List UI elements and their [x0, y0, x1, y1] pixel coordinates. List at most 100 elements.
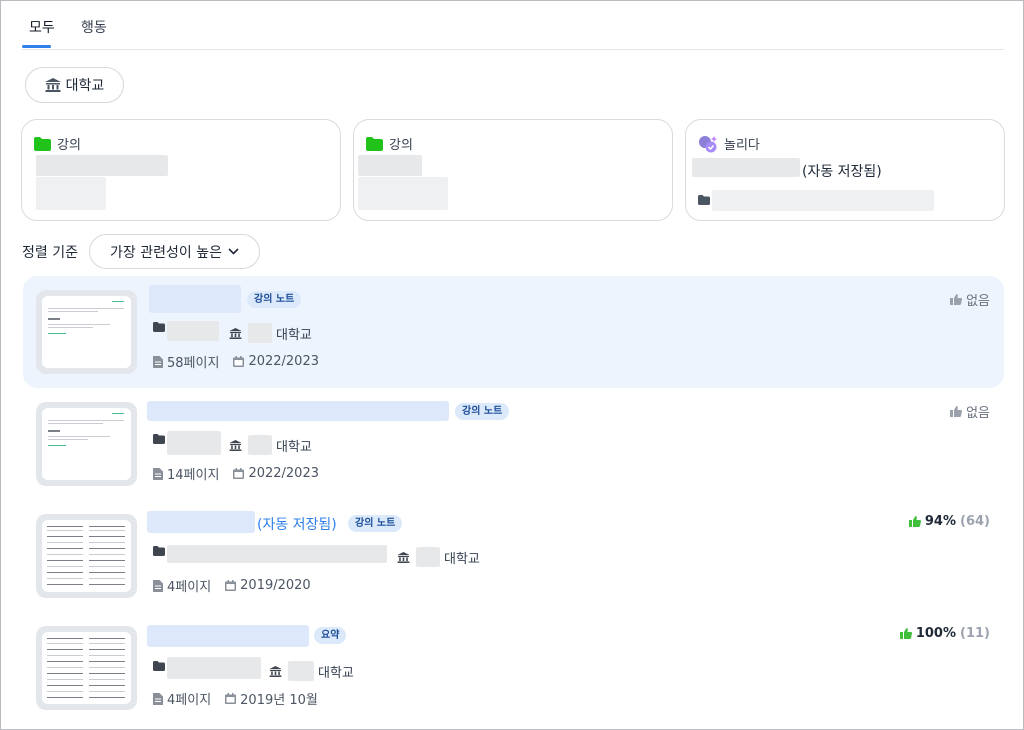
document-thumbnail: [36, 402, 137, 486]
tab-actions[interactable]: 행동: [81, 17, 107, 37]
redacted-university: [248, 435, 272, 455]
publish-date: 2019년 10월: [240, 693, 318, 708]
document-icon: [153, 692, 163, 705]
tab-all[interactable]: 모두: [29, 17, 55, 37]
redacted-university: [248, 323, 272, 343]
university-icon: [269, 665, 282, 677]
thumbs-up-icon: [950, 294, 963, 305]
university-label: 대학교: [444, 551, 480, 567]
university-icon: [397, 551, 410, 563]
redacted-document-title[interactable]: [147, 625, 309, 647]
university-label: 대학교: [318, 665, 354, 681]
redacted-title: [358, 155, 422, 176]
university-meta: 대학교: [229, 435, 312, 455]
result-row[interactable]: 요약 100% (11) 대학교 4페이지 2019년 10월: [23, 612, 1004, 724]
document-thumbnail: [36, 290, 137, 374]
sort-dropdown[interactable]: 가장 관련성이 높은: [89, 234, 260, 269]
redacted-document-title[interactable]: [149, 285, 241, 313]
calendar-icon: [225, 580, 237, 591]
rating: 없음: [950, 290, 990, 309]
card-type-label: 강의: [389, 138, 413, 153]
thumbs-up-icon: [908, 516, 921, 527]
redacted-university: [416, 547, 440, 567]
sort-label: 정렬 기준: [22, 245, 78, 261]
document-title-suffix[interactable]: (자동 저장됨): [257, 514, 337, 534]
result-row[interactable]: 강의 노트 없음 대학교 58페이지 2022/2023: [23, 276, 1004, 388]
rating-count: (11): [960, 626, 990, 641]
app-frame: 모두 행동 대학교 강의 강의 놀리다 (자동 저장됨) 정렬 기준 가장 관련…: [0, 0, 1024, 730]
university-meta: 대학교: [269, 661, 354, 681]
calendar-icon: [225, 693, 237, 704]
folder-icon: [153, 661, 165, 671]
page-count: 14페이지: [167, 468, 220, 483]
redacted-folder: [167, 431, 221, 455]
result-row[interactable]: 강의 노트 없음 대학교 14페이지 2022/2023: [23, 388, 1004, 500]
university-icon: [44, 78, 61, 92]
course-card[interactable]: 강의: [21, 119, 341, 221]
sort-value: 가장 관련성이 높은: [110, 244, 222, 261]
folder-icon: [34, 136, 51, 151]
document-thumbnail: [36, 514, 137, 598]
university-meta: 대학교: [229, 323, 312, 343]
calendar-icon: [233, 468, 245, 479]
result-row[interactable]: (자동 저장됨) 강의 노트 94% (64) 대학교 4페이지 2019/20…: [23, 500, 1004, 612]
rating-percent: 94%: [924, 514, 957, 529]
folder-icon: [698, 195, 710, 205]
rating-label: 없음: [966, 294, 990, 309]
academic-year: 2019/2020: [240, 578, 311, 593]
pages-meta: 4페이지 2019/2020: [153, 576, 311, 595]
chevron-down-icon: [228, 248, 239, 255]
redacted-title: [692, 158, 800, 177]
rating-percent: 100%: [915, 626, 957, 641]
academic-year: 2022/2023: [248, 354, 319, 369]
tab-bar: 모두 행동: [22, 1, 1004, 50]
page-count: 4페이지: [167, 580, 212, 595]
document-type-badge: 요약: [314, 627, 347, 644]
rating: 100% (11): [899, 626, 990, 641]
academic-year: 2022/2023: [248, 466, 319, 481]
university-meta: 대학교: [397, 547, 480, 567]
redacted-folder: [167, 657, 261, 679]
redacted-title: [36, 155, 168, 176]
card-header: 강의: [366, 134, 413, 153]
redacted-folder: [167, 545, 387, 563]
autosaved-label: (자동 저장됨): [802, 164, 882, 180]
folder-meta: [153, 661, 165, 671]
thumbs-up-icon: [899, 628, 912, 639]
page-count: 4페이지: [167, 693, 212, 708]
university-filter-label: 대학교: [65, 78, 105, 94]
rating-label: 없음: [966, 406, 990, 421]
document-icon: [153, 467, 163, 480]
quiz-card[interactable]: 놀리다 (자동 저장됨): [685, 119, 1005, 221]
active-tab-indicator: [22, 45, 51, 48]
thumbs-up-icon: [950, 406, 963, 417]
university-filter-chip[interactable]: 대학교: [25, 67, 124, 103]
folder-icon: [153, 434, 165, 444]
card-header: 강의: [34, 134, 81, 153]
folder-icon: [153, 546, 165, 556]
university-label: 대학교: [276, 439, 312, 455]
folder-meta: [153, 322, 165, 332]
pages-meta: 58페이지 2022/2023: [153, 352, 319, 371]
document-type-badge: 강의 노트: [455, 403, 510, 420]
card-type-label: 강의: [57, 138, 81, 153]
folder-icon: [366, 136, 383, 151]
university-icon: [229, 327, 242, 339]
redacted-folder: [712, 190, 934, 211]
document-thumbnail: [36, 626, 137, 710]
document-type-badge: 강의 노트: [348, 515, 403, 532]
page-count: 58페이지: [167, 356, 220, 371]
pages-meta: 14페이지 2022/2023: [153, 464, 319, 483]
course-card[interactable]: 강의: [353, 119, 673, 221]
university-icon: [229, 439, 242, 451]
sparkle-badge-icon: [698, 135, 718, 153]
redacted-document-title[interactable]: [147, 511, 255, 533]
calendar-icon: [233, 356, 245, 367]
rating: 94% (64): [908, 514, 990, 529]
folder-meta: [153, 546, 165, 556]
redacted-university: [288, 661, 314, 681]
pages-meta: 4페이지 2019년 10월: [153, 689, 318, 708]
redacted-document-title[interactable]: [147, 401, 449, 421]
redacted-folder: [167, 321, 219, 341]
rating-count: (64): [960, 514, 990, 529]
